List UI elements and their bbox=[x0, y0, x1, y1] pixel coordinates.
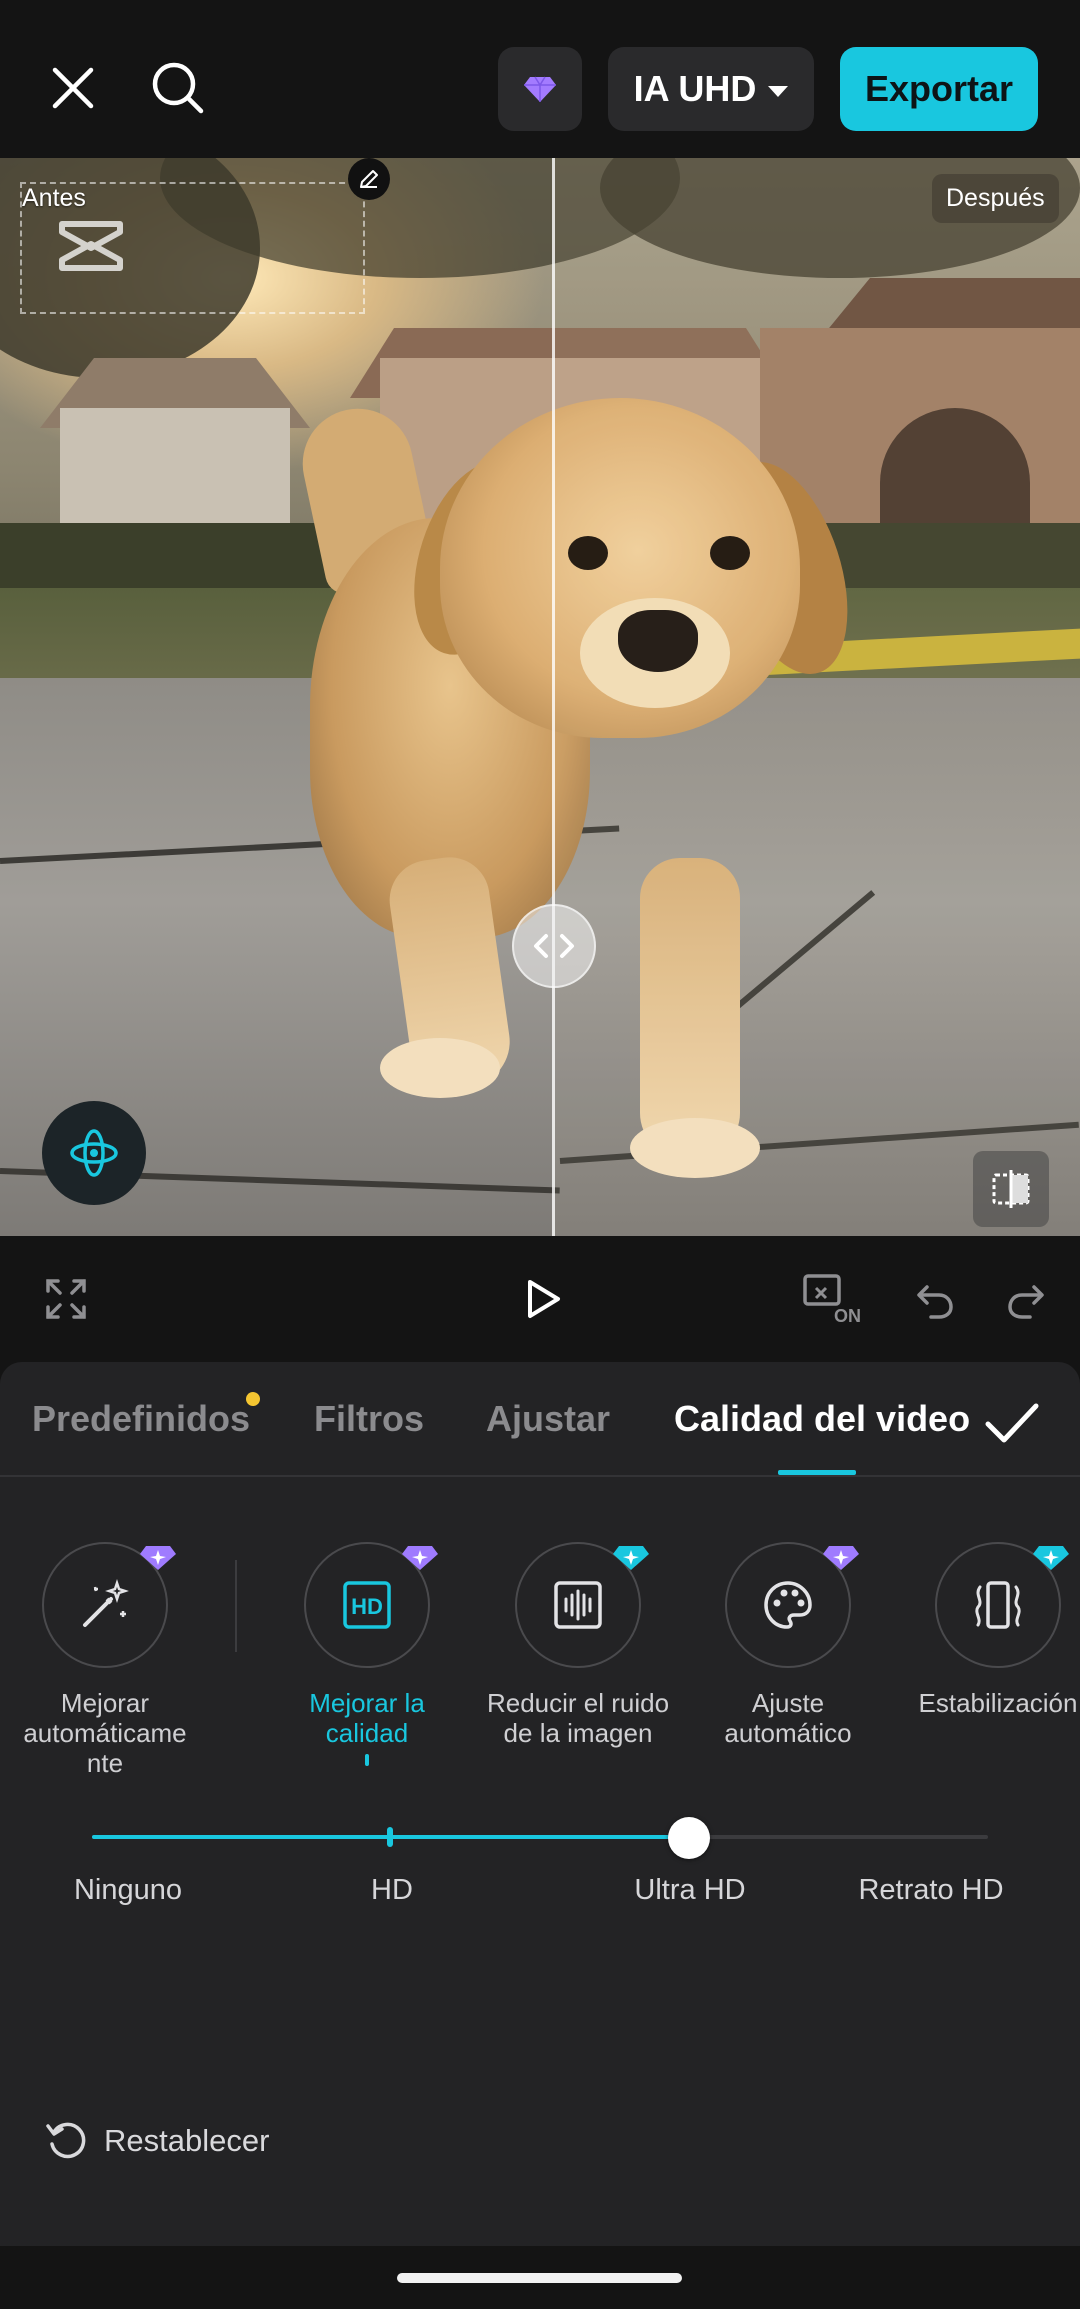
play-icon[interactable] bbox=[512, 1269, 572, 1329]
tool-label: Mejorar la calidad bbox=[309, 1688, 425, 1748]
ar-transform-button[interactable] bbox=[42, 1101, 146, 1205]
keyframe-on-badge: ON bbox=[834, 1306, 861, 1326]
resolution-label: IA UHD bbox=[633, 68, 757, 109]
level-ultra-hd[interactable]: Ultra HD bbox=[634, 1874, 745, 1907]
undo-icon[interactable] bbox=[905, 1269, 965, 1329]
tool-improve-quality[interactable]: HD Mejorar la calidad bbox=[262, 1542, 472, 1766]
hd-icon: HD bbox=[343, 1581, 391, 1629]
after-label: Después bbox=[932, 174, 1059, 223]
keyframe-on-icon[interactable]: ON bbox=[800, 1269, 870, 1329]
before-label: Antes bbox=[22, 184, 86, 212]
premium-badge-icon bbox=[140, 1546, 176, 1570]
chevron-down-icon bbox=[768, 85, 789, 97]
premium-badge-icon bbox=[1033, 1546, 1069, 1570]
svg-text:HD: HD bbox=[351, 1594, 383, 1619]
premium-badge-icon bbox=[613, 1546, 649, 1570]
tab-calidad-del-video[interactable]: Calidad del video bbox=[674, 1398, 970, 1440]
compare-handle[interactable] bbox=[512, 904, 596, 988]
top-bar: IA UHD Exportar bbox=[0, 0, 1080, 158]
split-compare-icon bbox=[992, 1170, 1030, 1208]
quality-slider-handle[interactable] bbox=[668, 1817, 710, 1859]
new-indicator-dot bbox=[246, 1392, 260, 1406]
close-icon[interactable] bbox=[35, 50, 111, 126]
denoise-icon bbox=[554, 1581, 602, 1629]
tool-label: Reducir el ruido de la imagen bbox=[486, 1688, 670, 1748]
export-button[interactable]: Exportar bbox=[840, 47, 1038, 131]
reset-icon bbox=[46, 2122, 86, 2159]
palette-icon bbox=[764, 1581, 812, 1629]
magic-wand-icon bbox=[83, 1579, 129, 1627]
edit-watermark-icon[interactable] bbox=[348, 158, 390, 200]
premium-badge-icon bbox=[402, 1546, 438, 1570]
resolution-dropdown[interactable]: IA UHD bbox=[608, 47, 814, 131]
premium-badge-icon bbox=[823, 1546, 859, 1570]
tool-auto-enhance-button[interactable] bbox=[42, 1542, 176, 1668]
active-tab-indicator bbox=[778, 1470, 856, 1475]
tool-label: Estabilización bbox=[918, 1688, 1078, 1718]
tab-ajustar[interactable]: Ajustar bbox=[486, 1398, 610, 1440]
tool-auto-adjust[interactable]: Ajuste automático bbox=[683, 1542, 893, 1748]
home-gesture-bar[interactable] bbox=[397, 2273, 682, 2283]
compare-divider[interactable] bbox=[552, 158, 555, 1236]
orbit-icon bbox=[70, 1129, 118, 1177]
selected-tool-indicator bbox=[365, 1754, 369, 1766]
search-icon[interactable] bbox=[140, 50, 216, 126]
system-navigation-bar bbox=[0, 2246, 1080, 2309]
tool-label: Ajuste automático bbox=[724, 1688, 852, 1748]
video-quality-panel: Predefinidos Filtros Ajustar Calidad del… bbox=[0, 1362, 1080, 2246]
playback-bar: ON bbox=[0, 1236, 1080, 1360]
tool-label: Mejorar automáticame nte bbox=[23, 1688, 187, 1778]
video-frame bbox=[0, 158, 1080, 1236]
tool-denoise[interactable]: Reducir el ruido de la imagen bbox=[473, 1542, 683, 1748]
tab-predefinidos[interactable]: Predefinidos bbox=[32, 1398, 250, 1440]
confirm-check-icon[interactable] bbox=[980, 1392, 1042, 1454]
tool-stabilize-button[interactable] bbox=[935, 1542, 1069, 1668]
drag-arrows-icon bbox=[534, 934, 574, 958]
video-preview[interactable]: Antes Después bbox=[0, 158, 1080, 1236]
reset-label: Restablecer bbox=[104, 2123, 270, 2158]
tab-bar: Predefinidos Filtros Ajustar Calidad del… bbox=[0, 1362, 1080, 1477]
tool-improve-quality-button[interactable]: HD bbox=[304, 1542, 438, 1668]
level-hd[interactable]: HD bbox=[371, 1874, 413, 1907]
tool-stabilize[interactable]: Estabilización bbox=[893, 1542, 1080, 1718]
capcut-logo-icon bbox=[59, 221, 123, 271]
fullscreen-icon[interactable] bbox=[36, 1269, 96, 1329]
compare-toggle-button[interactable] bbox=[973, 1151, 1049, 1227]
tool-auto-enhance[interactable]: Mejorar automáticame nte bbox=[0, 1542, 210, 1778]
diamond-icon bbox=[524, 76, 556, 102]
level-ninguno[interactable]: Ninguno bbox=[74, 1874, 182, 1907]
tab-filtros[interactable]: Filtros bbox=[314, 1398, 424, 1440]
reset-button[interactable]: Restablecer bbox=[44, 2118, 269, 2164]
redo-icon[interactable] bbox=[996, 1269, 1056, 1329]
tool-denoise-button[interactable] bbox=[515, 1542, 649, 1668]
stabilize-icon bbox=[975, 1581, 1021, 1629]
quality-slider-tick bbox=[387, 1827, 393, 1847]
tool-separator bbox=[235, 1560, 237, 1652]
level-retrato-hd[interactable]: Retrato HD bbox=[858, 1874, 1003, 1907]
tool-auto-adjust-button[interactable] bbox=[725, 1542, 859, 1668]
pro-button[interactable] bbox=[498, 47, 582, 131]
